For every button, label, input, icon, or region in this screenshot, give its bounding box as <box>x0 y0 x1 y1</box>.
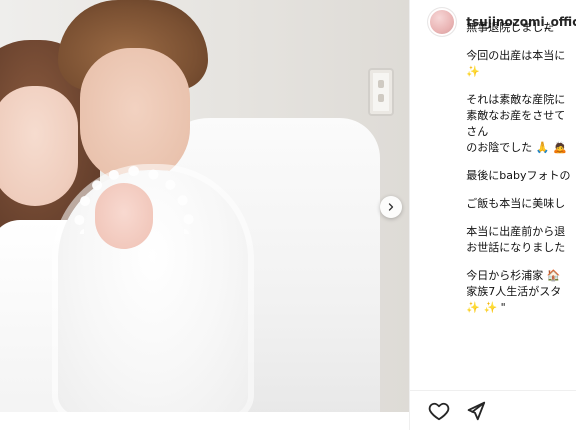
heart-icon <box>428 402 450 426</box>
post-sidebar: tsujinozomi_official 無事退院しました 今回の出産は本当に … <box>409 0 576 430</box>
instagram-post: tsujinozomi_official 無事退院しました 今回の出産は本当に … <box>0 0 576 430</box>
caption-line <box>466 36 576 48</box>
caption-line: お世話になりました <box>466 241 566 254</box>
caption-line: 今日から杉浦家 🏠 <box>466 269 561 282</box>
like-button[interactable] <box>428 400 450 422</box>
post-actions <box>410 390 576 431</box>
carousel-next-button[interactable] <box>380 196 402 218</box>
outlet-slot <box>378 80 384 88</box>
baby-face <box>95 183 153 249</box>
caption-line: それは素敵な産院に <box>466 93 566 106</box>
caption-line: 無事退院しました <box>466 21 555 34</box>
caption-line: 最後にbabyフォトの <box>466 169 571 182</box>
profile-avatar[interactable] <box>428 8 457 36</box>
man-face <box>80 48 190 183</box>
wall-outlet <box>368 68 394 116</box>
woman-face <box>0 86 78 206</box>
caption-line: のお陰でした 🙏 🙇 <box>466 141 567 154</box>
caption-line: ✨ <box>466 65 480 78</box>
caption-line: 素敵なお産をさせて <box>466 109 566 122</box>
caption-line <box>466 256 576 268</box>
caption-line: ✨ ✨ " <box>466 301 506 314</box>
outlet-slot <box>378 94 384 102</box>
caption-line <box>466 184 576 196</box>
caption-line <box>466 156 576 168</box>
caption-line: さん <box>466 125 489 138</box>
caption-line: 今回の出産は本当に <box>466 49 566 62</box>
post-caption: 無事退院しました 今回の出産は本当に ✨ それは素敵な産院に 素敵なお産をさせて… <box>466 20 576 316</box>
share-button[interactable] <box>464 400 486 422</box>
post-photo[interactable] <box>0 0 410 412</box>
caption-line: ご飯も本当に美味し <box>466 197 566 210</box>
caption-line <box>466 212 576 224</box>
caption-line: 家族7人生活がスタ <box>466 285 562 298</box>
send-icon <box>464 401 486 426</box>
chevron-right-icon <box>385 198 397 217</box>
caption-line <box>466 80 576 92</box>
caption-line: 本当に出産前から退 <box>466 225 566 238</box>
